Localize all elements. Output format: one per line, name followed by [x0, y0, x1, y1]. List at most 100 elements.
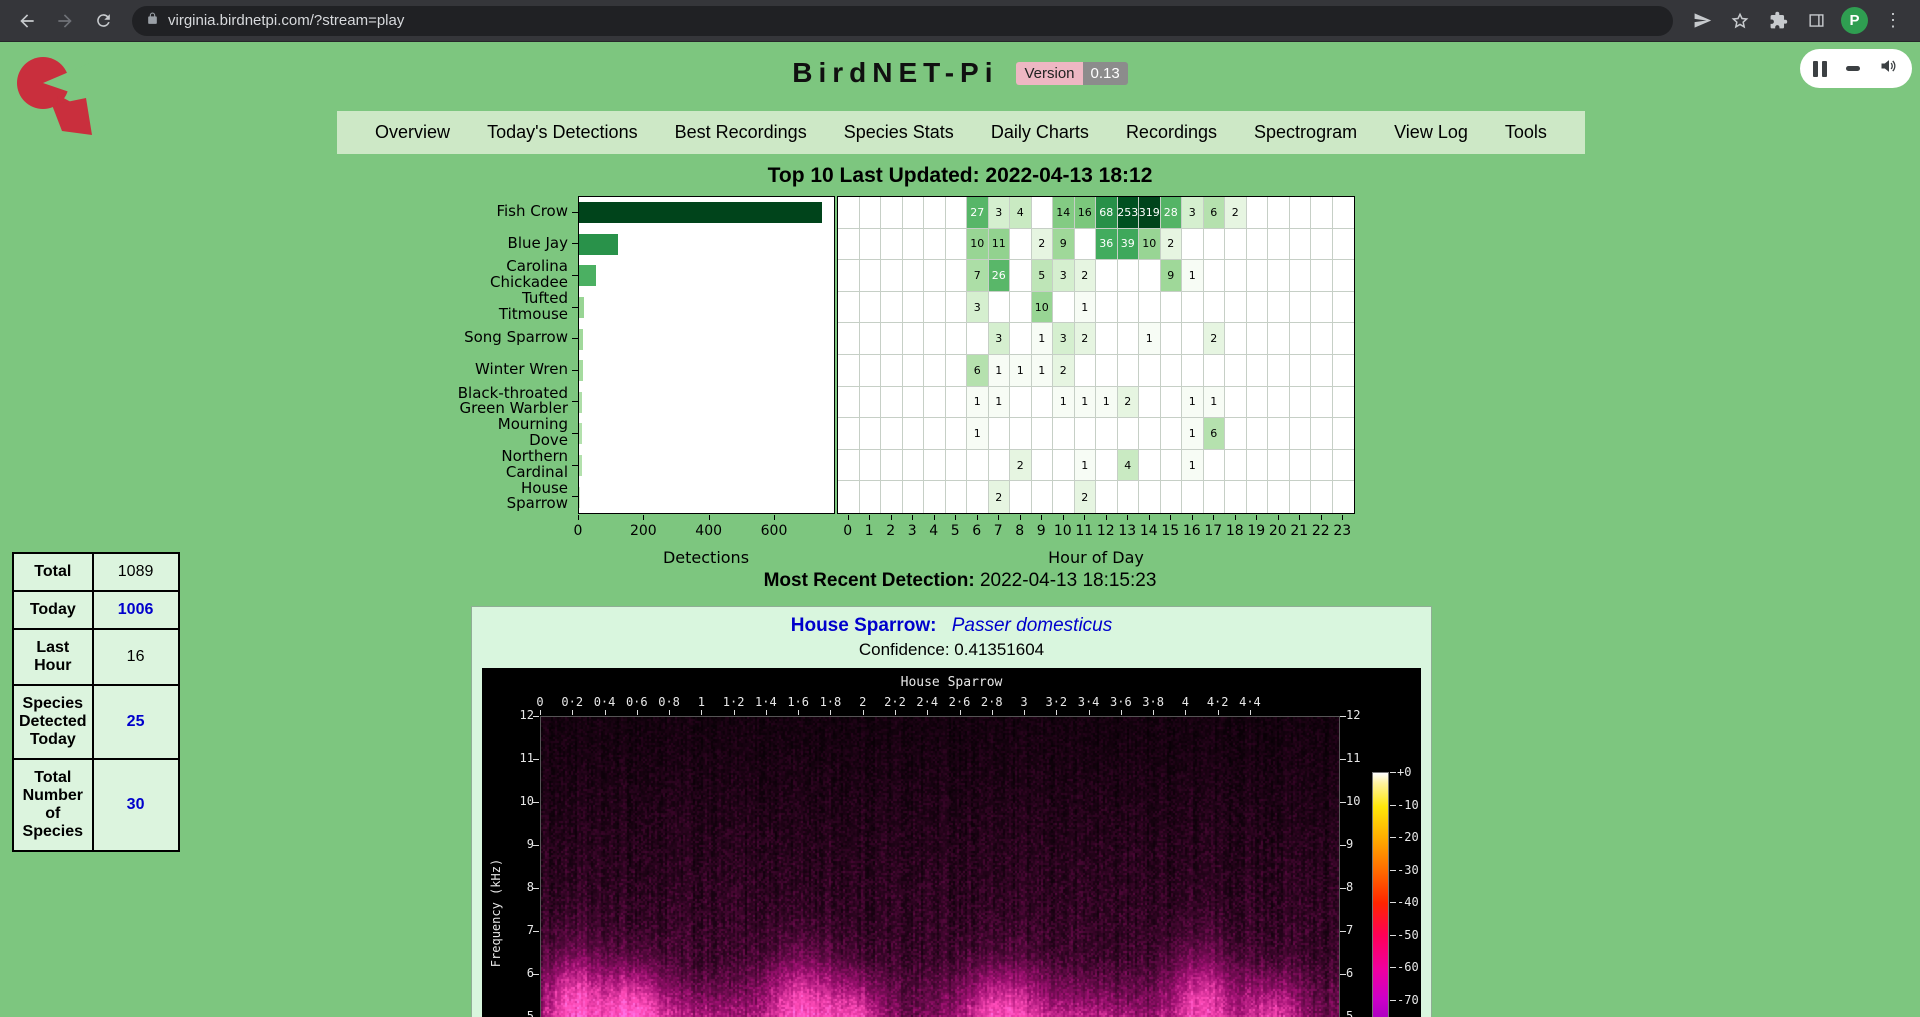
colorbar-tick: +0	[1397, 765, 1411, 779]
extensions-icon[interactable]	[1761, 4, 1795, 38]
nav-item-species-stats[interactable]: Species Stats	[844, 122, 954, 143]
heatmap-cell	[1032, 418, 1054, 450]
heatmap-cell	[1118, 418, 1140, 450]
stat-value[interactable]: 30	[93, 759, 179, 851]
heatmap-cell	[1118, 481, 1140, 513]
heatmap-cell	[1225, 229, 1247, 261]
heatmap-cell	[946, 481, 968, 513]
heatmap-cell	[1268, 418, 1290, 450]
volume-icon[interactable]	[1879, 56, 1899, 81]
seek-handle[interactable]	[1846, 66, 1860, 71]
heatmap-cell: 3	[1053, 260, 1075, 292]
heatmap-cell	[1032, 197, 1054, 229]
heatmap-cell: 16	[1075, 197, 1097, 229]
browser-menu-icon[interactable]: ⋮	[1876, 4, 1910, 38]
heatmap-cell	[1290, 418, 1312, 450]
heatmap-cell	[1010, 292, 1032, 324]
stats-table: Total1089Today1006Last Hour16Species Det…	[12, 552, 180, 852]
send-icon[interactable]	[1685, 4, 1719, 38]
nav-item-daily-charts[interactable]: Daily Charts	[991, 122, 1089, 143]
heatmap-cell: 1	[1010, 355, 1032, 387]
heatmap-cell	[1204, 292, 1226, 324]
heatmap-cell	[1032, 450, 1054, 482]
reload-icon[interactable]	[86, 4, 120, 38]
heatmap-cell	[1010, 260, 1032, 292]
heatmap-cell	[881, 292, 903, 324]
stat-value[interactable]: 1006	[93, 591, 179, 629]
bar-axis-label: Detections	[663, 548, 749, 567]
heatmap-cell	[838, 355, 860, 387]
heatmap-cell	[1311, 387, 1333, 419]
heatmap-cell: 2	[1032, 229, 1054, 261]
spectrogram-x-tick: 1	[698, 695, 705, 709]
detection-bar	[579, 423, 582, 444]
heatmap-cell: 1	[1182, 418, 1204, 450]
bookmark-star-icon[interactable]	[1723, 4, 1757, 38]
heatmap-cell	[946, 260, 968, 292]
forward-icon[interactable]	[48, 4, 82, 38]
pause-button[interactable]	[1813, 61, 1827, 77]
heatmap-cell	[860, 418, 882, 450]
spectrogram-y-tick: 9	[1346, 837, 1353, 851]
heatmap-cell	[1139, 387, 1161, 419]
heatmap-cell	[1247, 292, 1269, 324]
heatmap-cell	[1225, 355, 1247, 387]
heatmap-cell	[1311, 229, 1333, 261]
nav-item-tools[interactable]: Tools	[1505, 122, 1547, 143]
heatmap-cell	[903, 418, 925, 450]
heatmap-cell	[946, 418, 968, 450]
heatmap-cell	[1182, 323, 1204, 355]
heatmap-cell	[838, 260, 860, 292]
stat-value[interactable]: 25	[93, 685, 179, 759]
top10-chart: Fish CrowBlue JayCarolina ChickadeeTufte…	[0, 196, 1920, 586]
version-value: 0.13	[1083, 62, 1128, 85]
heatmap-cell: 2	[1053, 355, 1075, 387]
heatmap-cell	[1139, 450, 1161, 482]
heatmap-cell	[1247, 260, 1269, 292]
nav-item-best-recordings[interactable]: Best Recordings	[675, 122, 807, 143]
nav-item-recordings[interactable]: Recordings	[1126, 122, 1217, 143]
nav-item-view-log[interactable]: View Log	[1394, 122, 1468, 143]
nav-item-today-s-detections[interactable]: Today's Detections	[487, 122, 638, 143]
spectrogram-x-tick: 4	[1182, 695, 1189, 709]
colorbar-tick: -30	[1397, 863, 1419, 877]
heatmap-cell: 10	[1139, 229, 1161, 261]
heatmap-cell	[1290, 260, 1312, 292]
heatmap-cell: 68	[1096, 197, 1118, 229]
nav-item-overview[interactable]: Overview	[375, 122, 450, 143]
nav-item-spectrogram[interactable]: Spectrogram	[1254, 122, 1357, 143]
profile-avatar[interactable]: P	[1841, 7, 1868, 34]
stat-label: Last Hour	[13, 629, 93, 685]
heatmap-cell	[924, 387, 946, 419]
spectrogram-x-tick: 1·4	[755, 695, 777, 709]
heatmap-cell	[860, 355, 882, 387]
heatmap-cell	[1290, 323, 1312, 355]
heatmap-cell: 3	[1053, 323, 1075, 355]
heatmap-cell	[1333, 450, 1355, 482]
species-common-name-link[interactable]: House Sparrow:	[791, 615, 937, 636]
heatmap-cell	[989, 292, 1011, 324]
spectrogram-y-tick: 5	[1346, 1009, 1353, 1017]
heatmap-cell	[1333, 387, 1355, 419]
heatmap-cell	[1311, 355, 1333, 387]
colorbar-tick: -50	[1397, 928, 1419, 942]
lock-icon	[146, 12, 159, 30]
heatmap-cell: 14	[1053, 197, 1075, 229]
heatmap-cell: 3	[1182, 197, 1204, 229]
heatmap-cell	[838, 450, 860, 482]
heatmap-cell	[1311, 197, 1333, 229]
heatmap-cell	[1204, 260, 1226, 292]
back-icon[interactable]	[10, 4, 44, 38]
url-bar[interactable]: virginia.birdnetpi.com/?stream=play	[132, 6, 1673, 36]
heatmap-cell	[838, 197, 860, 229]
side-panel-icon[interactable]	[1799, 4, 1833, 38]
heatmap-cell	[946, 197, 968, 229]
species-label: Tufted Titmouse	[455, 291, 573, 323]
spectrogram-x-tick: 3·4	[1078, 695, 1100, 709]
heatmap-cell	[1161, 450, 1183, 482]
heatmap-cell	[1118, 323, 1140, 355]
heatmap-cell	[924, 260, 946, 292]
heatmap-cell	[1118, 292, 1140, 324]
spectrogram-x-tick: 2·4	[916, 695, 938, 709]
heatmap-cell	[1075, 418, 1097, 450]
